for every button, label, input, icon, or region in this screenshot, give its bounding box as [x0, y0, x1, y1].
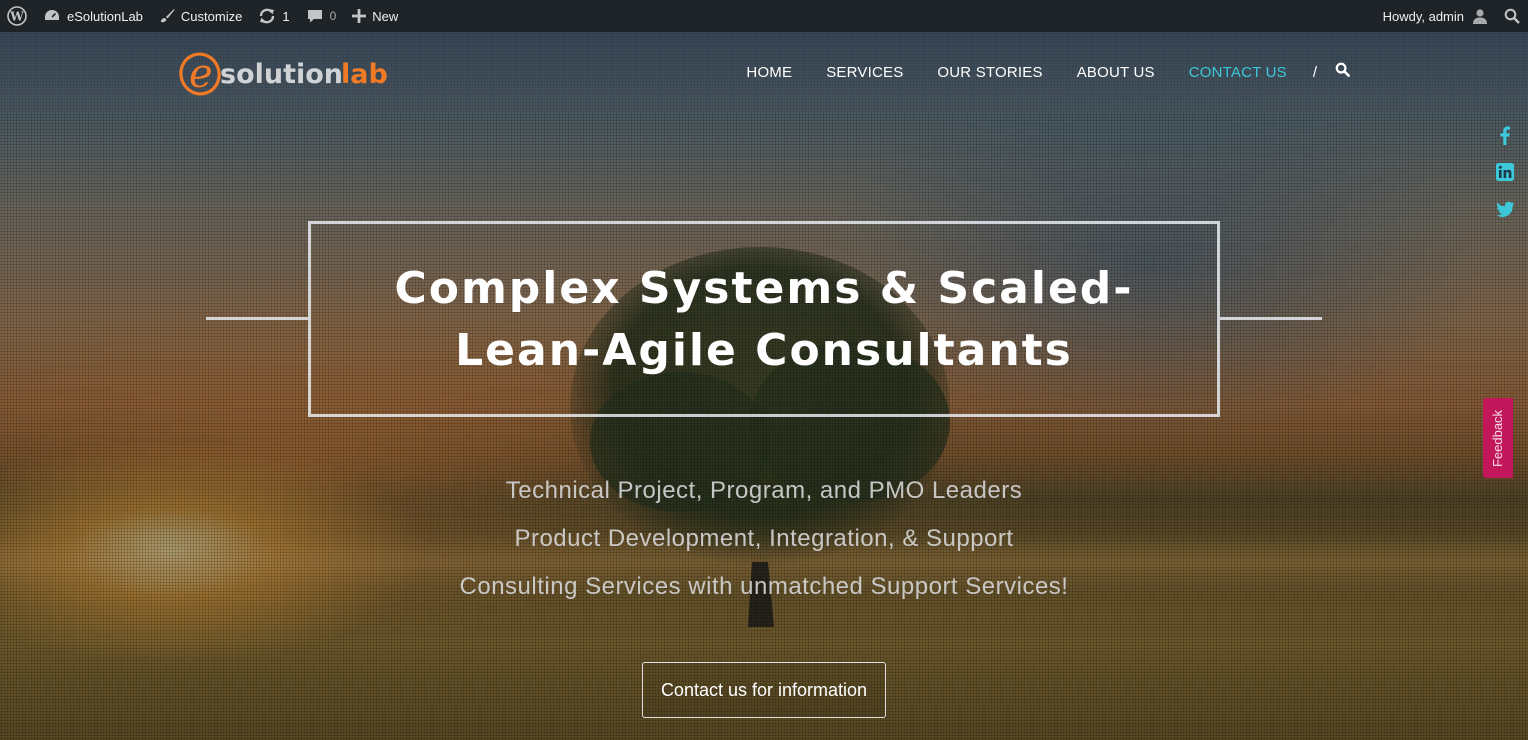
search-icon — [1335, 62, 1350, 82]
nav-item-our-stories[interactable]: OUR STORIES — [937, 64, 1042, 81]
logo-e: e — [189, 51, 213, 97]
feedback-tab[interactable]: Feedback — [1483, 398, 1513, 478]
hero-title-line-2: Lean-Agile Consultants — [455, 325, 1073, 376]
greeting-label: Howdy, admin — [1382, 8, 1464, 24]
hero-subtitle-2: Product Development, Integration, & Supp… — [514, 525, 1014, 552]
hero-subtitle-3: Consulting Services with unmatched Suppo… — [459, 573, 1069, 600]
facebook-icon[interactable] — [1494, 124, 1516, 151]
frame-line-left — [206, 317, 308, 320]
plus-icon — [352, 9, 367, 23]
comment-icon — [306, 8, 324, 24]
account-menu[interactable]: Howdy, admin — [1375, 0, 1496, 32]
social-links — [1494, 124, 1516, 235]
linkedin-icon[interactable] — [1494, 161, 1516, 188]
admin-search-button[interactable] — [1496, 0, 1528, 32]
new-content-button[interactable]: New — [344, 0, 406, 32]
contact-cta-button[interactable]: Contact us for information — [642, 662, 886, 718]
svg-text:W: W — [9, 10, 24, 24]
hero-title-line-1: Complex Systems & Scaled- — [394, 263, 1134, 314]
esolutionlab-logo[interactable]: e solution lab — [178, 46, 393, 98]
refresh-icon — [258, 7, 276, 25]
new-label: New — [372, 8, 399, 24]
twitter-icon[interactable] — [1494, 198, 1516, 225]
comments-count: 0 — [329, 9, 337, 23]
hero-title: Complex Systems & Scaled- Lean-Agile Con… — [330, 258, 1198, 382]
dashboard-icon — [43, 8, 61, 24]
updates-count: 1 — [282, 8, 290, 24]
hero-subtitle-1: Technical Project, Program, and PMO Lead… — [505, 477, 1023, 504]
site-search-button[interactable] — [1335, 62, 1350, 82]
main-nav: HOME SERVICES OUR STORIES ABOUT US CONTA… — [712, 32, 1528, 112]
feedback-label: Feedback — [1490, 409, 1506, 467]
logo-solution: solution — [220, 59, 343, 90]
nav-item-about-us[interactable]: ABOUT US — [1077, 64, 1155, 81]
nav-separator: / — [1312, 63, 1317, 81]
avatar-icon — [1472, 8, 1488, 24]
nav-item-home[interactable]: HOME — [746, 64, 792, 81]
search-icon — [1504, 8, 1520, 24]
logo-lab: lab — [341, 59, 388, 90]
updates-button[interactable]: 1 — [250, 0, 297, 32]
nav-item-contact-us[interactable]: CONTACT US — [1189, 64, 1287, 81]
brush-icon — [159, 8, 175, 24]
nav-item-services[interactable]: SERVICES — [826, 64, 903, 81]
customize-label: Customize — [180, 8, 243, 24]
site-name-label: eSolutionLab — [67, 8, 143, 24]
wordpress-logo-button[interactable]: W — [0, 0, 35, 32]
wp-admin-bar: W eSolutionLab Customize 1 0 New Howdy, … — [0, 0, 1528, 32]
comments-button[interactable]: 0 — [298, 0, 345, 32]
customize-button[interactable]: Customize — [151, 0, 250, 32]
wordpress-icon: W — [7, 6, 27, 26]
frame-line-right — [1220, 317, 1322, 320]
site-header: e solution lab HOME SERVICES OUR STORIES… — [0, 32, 1528, 112]
site-name-button[interactable]: eSolutionLab — [35, 0, 151, 32]
